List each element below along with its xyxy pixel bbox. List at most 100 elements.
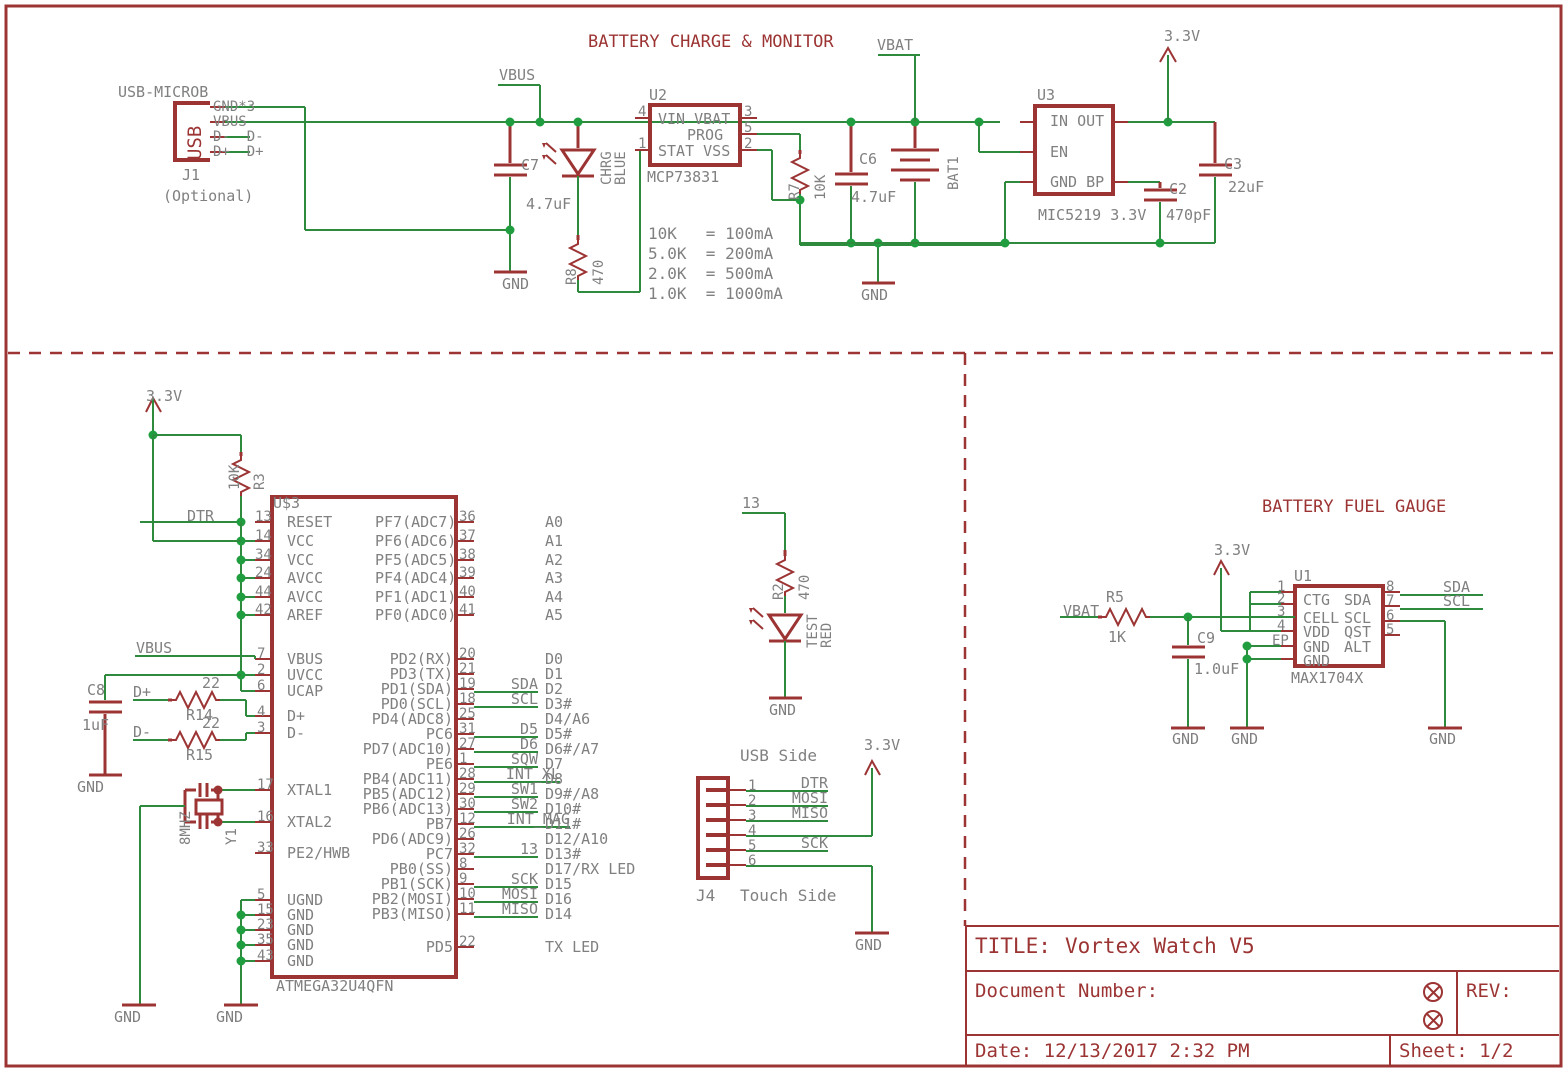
mcu-pin-pf7: PF7(ADC7) <box>375 513 457 531</box>
c3-value: 22uF <box>1228 178 1265 196</box>
mcu-alias-a1: A1 <box>545 532 564 550</box>
r5-refdes: R5 <box>1106 588 1125 606</box>
usb-body-label: USB <box>184 125 206 160</box>
mcu-pin-avcc-1: AVCC <box>287 569 324 587</box>
mcu-alias-a5: A5 <box>545 606 564 624</box>
mcu-pinnum-12: 12 <box>459 811 476 827</box>
mcu-alias-tx-led: TX LED <box>545 938 600 956</box>
u2-row-vin-vbat: VIN VBAT <box>658 110 731 128</box>
j4-pinnum-5: 5 <box>748 838 757 854</box>
u2-pin-3: 3 <box>744 104 753 120</box>
u2-pin-5: 5 <box>744 120 753 136</box>
j4-pinnum-1: 1 <box>748 778 757 794</box>
u3-row-gnd-bp: GND BP <box>1050 173 1105 191</box>
r8-value: 470 <box>591 259 607 285</box>
usb-refdes: J1 <box>182 166 201 184</box>
usb-connector-part: USB-MICROB <box>118 83 209 101</box>
u3-row-en: EN <box>1050 143 1069 161</box>
mcu-pinnum-8: 8 <box>459 856 468 872</box>
u2-pin-2: 2 <box>744 136 753 152</box>
mcu-refdes: U$3 <box>273 494 301 512</box>
net-label-33v-reg: 3.3V <box>1164 27 1201 45</box>
mcu-pinnum-22: 22 <box>459 934 476 950</box>
mcu-pin-vcc-2: VCC <box>287 551 315 569</box>
net-label-dminus: D- <box>133 723 152 741</box>
net-label-vbus-top: VBUS <box>499 66 536 84</box>
schematic-sheet: .c{stroke:#9c3434;fill:none;stroke-width… <box>0 0 1567 1072</box>
j4-top-label: USB Side <box>740 746 818 765</box>
mcu-pinnum-41: 41 <box>459 602 476 618</box>
mcu-pin-ucap: UCAP <box>287 682 324 700</box>
mcu-pinnum-37: 37 <box>459 528 476 544</box>
mcu-pinnum-36: 36 <box>459 509 476 525</box>
mcu-pinnum-20: 20 <box>459 646 476 662</box>
mcu-net-scl: SCL <box>510 690 538 708</box>
u2-pin-4: 4 <box>638 104 647 120</box>
u1-pinnum-8: 8 <box>1386 579 1395 595</box>
mcu-pin-gnd-3: GND <box>287 936 315 954</box>
mcu-pinnum-10: 10 <box>459 886 476 902</box>
j4-bottom-label: Touch Side <box>740 886 837 905</box>
mcu-pinnum-35: 35 <box>257 932 274 948</box>
y1-value: 8MHZ <box>178 811 194 845</box>
mcu-pinnum-42: 42 <box>255 602 272 618</box>
mcu-alias-a3: A3 <box>545 569 564 587</box>
mcu-pin-dminus: D- <box>287 724 306 742</box>
c9-value: 1.0uF <box>1194 660 1240 678</box>
u1-refdes: U1 <box>1294 567 1313 585</box>
mcu-pinnum-26: 26 <box>459 826 476 842</box>
section-title-fuel-gauge: BATTERY FUEL GAUGE <box>1262 497 1447 517</box>
title-block-docnum-label: Document Number: <box>975 980 1159 1002</box>
mcu-pin-pb3: PB3(MISO) <box>371 905 453 923</box>
section-title-charge-monitor: BATTERY CHARGE & MONITOR <box>588 32 834 52</box>
u3-row-in-out: IN OUT <box>1050 112 1105 130</box>
test-led-color: RED <box>819 622 835 648</box>
title-block-rev-label: REV: <box>1466 980 1512 1002</box>
c2-value: 470pF <box>1166 206 1212 224</box>
gnd-label-test-led: GND <box>769 701 797 719</box>
mcu-pinnum-19: 19 <box>459 676 476 692</box>
mcu-pin-pd5: PD5 <box>425 938 453 956</box>
r5-value: 1K <box>1108 628 1127 646</box>
mcu-pin-dplus: D+ <box>287 707 306 725</box>
title-block-sheet: Sheet: 1/2 <box>1399 1040 1514 1062</box>
mcu-pinnum-24: 24 <box>255 565 272 581</box>
mcu-pinnum-21: 21 <box>459 661 476 677</box>
u1-pinnum-4: 4 <box>1277 618 1286 634</box>
mcu-pinnum-39: 39 <box>459 565 476 581</box>
net-label-vbat: VBAT <box>877 36 914 54</box>
u3-refdes: U3 <box>1037 86 1056 104</box>
r15-value: 22 <box>202 714 221 732</box>
mcu-pinnum-25: 25 <box>459 706 476 722</box>
j4-refdes: J4 <box>696 886 716 905</box>
mcu-pinnum-27: 27 <box>459 736 476 752</box>
j4-pinnum-6: 6 <box>748 853 757 869</box>
mcu-pin-pf5: PF5(ADC5) <box>375 551 457 569</box>
r3-refdes: R3 <box>252 473 268 490</box>
mcu-pin-pf0: PF0(ADC0) <box>375 606 457 624</box>
r7-value: 10K <box>813 174 829 200</box>
u2-row-prog: PROG <box>687 126 724 144</box>
mcu-pin-pf1: PF1(ADC1) <box>375 588 457 606</box>
c8-refdes: C8 <box>87 681 106 699</box>
y1-refdes: Y1 <box>224 828 240 845</box>
mcu-pinnum-38: 38 <box>459 547 476 563</box>
mcu-pinnum-14: 14 <box>255 528 272 544</box>
mcu-alias-d14: D14 <box>545 905 573 923</box>
mcu-alias-a2: A2 <box>545 551 564 569</box>
title-block-title-value: Vortex Watch V5 <box>1065 934 1255 958</box>
u1-pin-gnd-2: GND <box>1303 652 1331 670</box>
net-label-dplus: D+ <box>133 683 152 701</box>
prog-table-row-4: 1.0K = 1000mA <box>648 284 783 303</box>
u2-pin-1: 1 <box>638 136 647 152</box>
u2-refdes: U2 <box>649 86 668 104</box>
title-block-title-label: TITLE: <box>975 934 1051 958</box>
j4-pinnum-3: 3 <box>748 808 757 824</box>
u1-pin-ctg: CTG <box>1303 591 1331 609</box>
u2-part: MCP73831 <box>647 168 720 186</box>
u1-pinnum-5: 5 <box>1386 622 1395 638</box>
mcu-pinnum-2: 2 <box>257 662 266 678</box>
c3-refdes: C3 <box>1224 155 1243 173</box>
mcu-pinnum-16: 16 <box>257 809 274 825</box>
net-label-dtr-mcu: DTR <box>187 507 215 525</box>
